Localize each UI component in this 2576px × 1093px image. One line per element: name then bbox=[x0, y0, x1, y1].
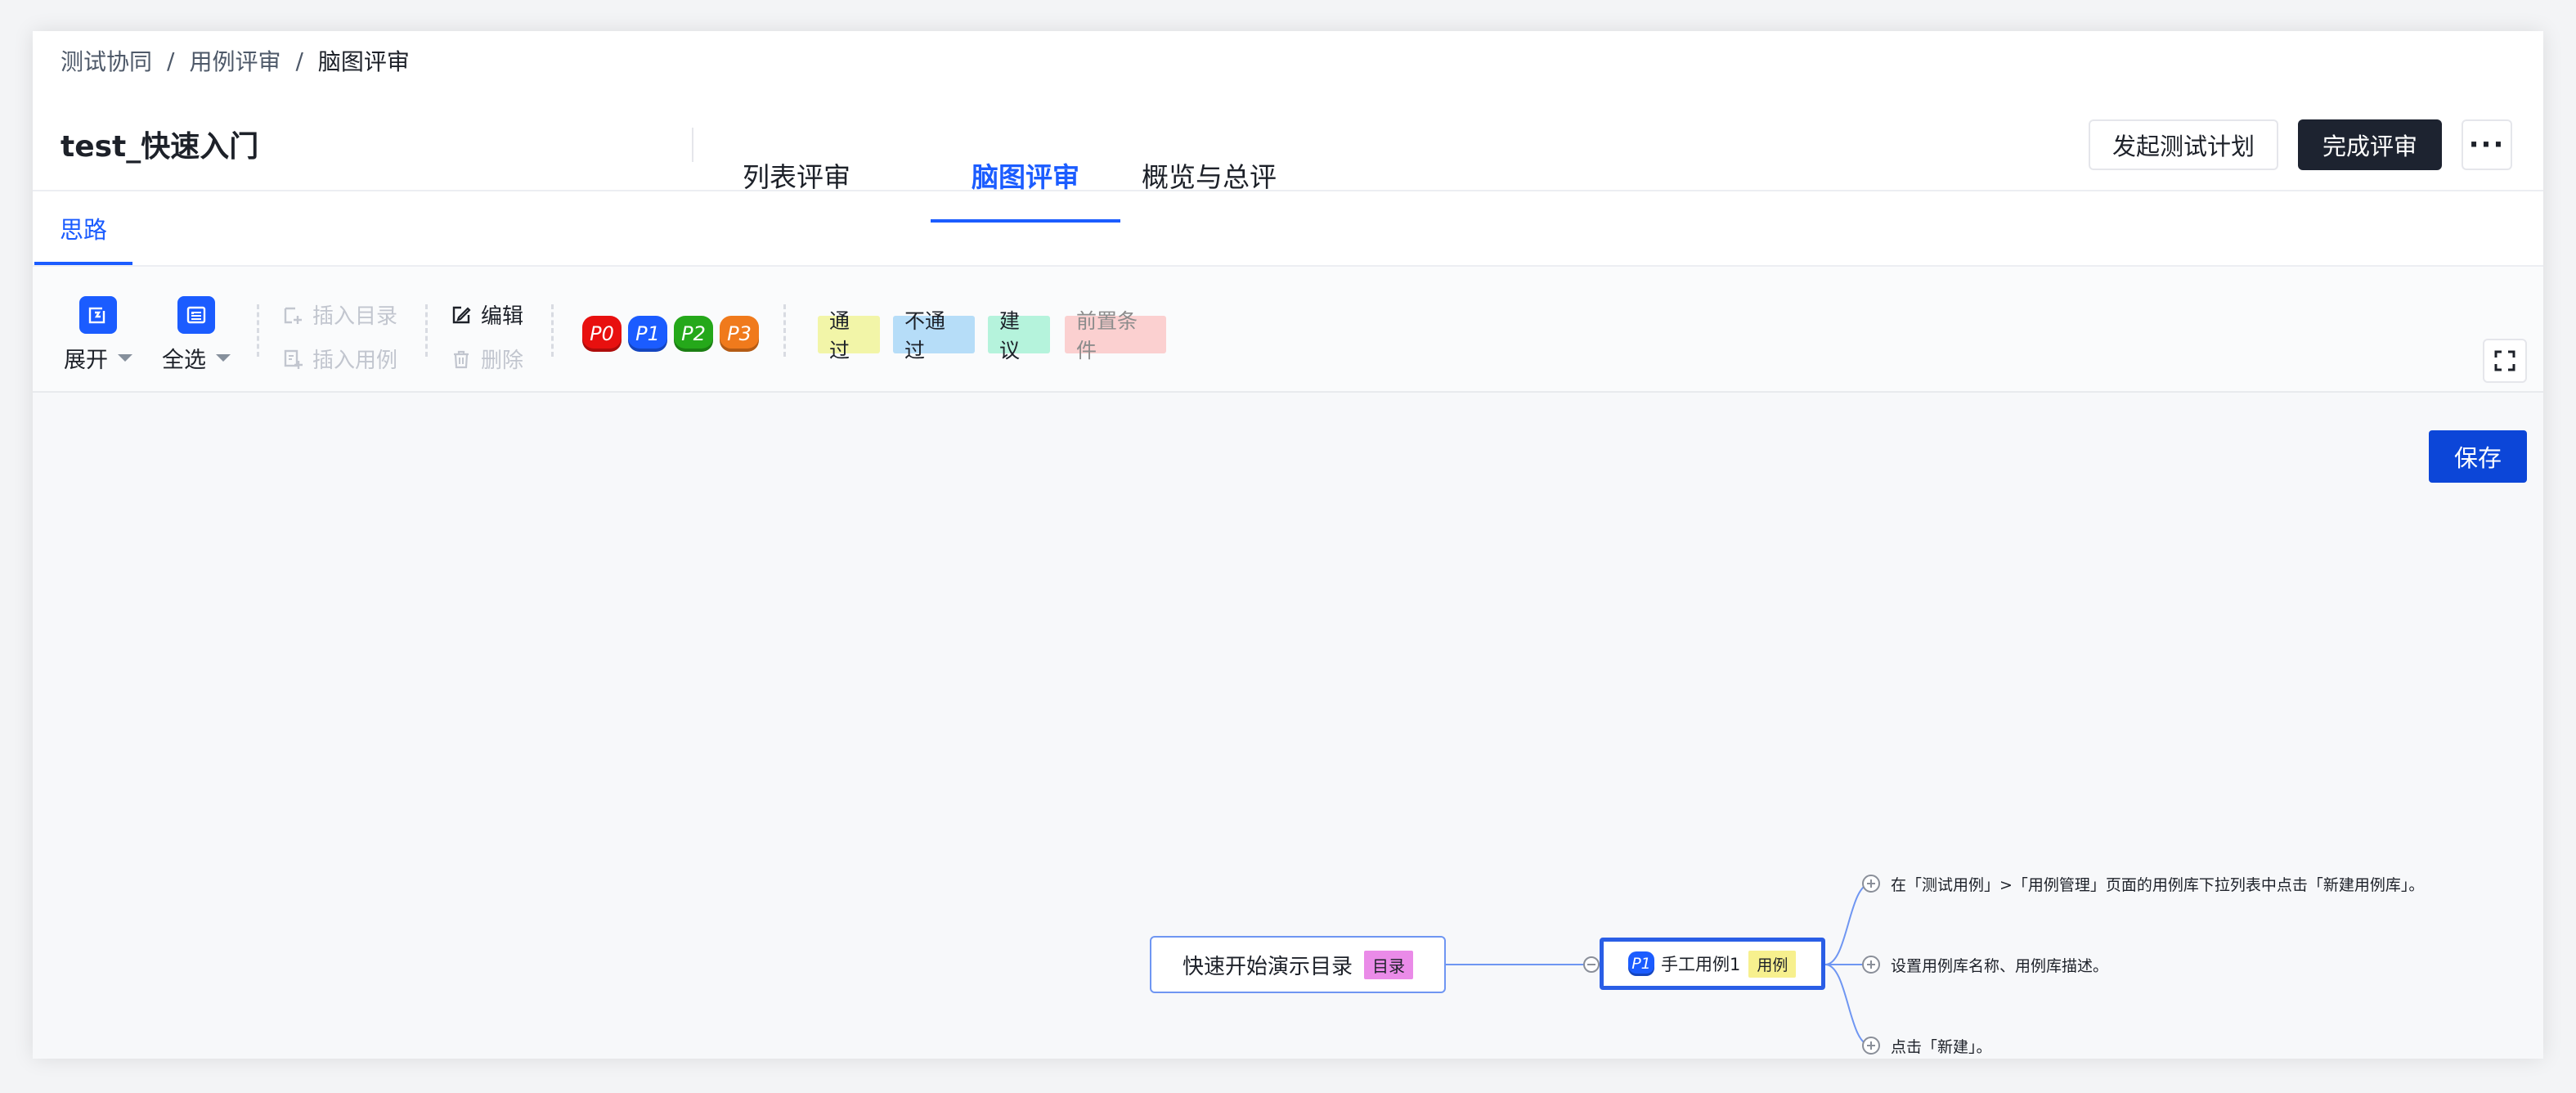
breadcrumb-separator: / bbox=[167, 47, 175, 74]
insert-case-button[interactable]: 插入用例 bbox=[281, 344, 397, 374]
directory-badge: 目录 bbox=[1364, 950, 1413, 979]
toolbar-separator bbox=[551, 304, 554, 357]
tab-overview[interactable]: 概览与总评 bbox=[1120, 106, 1333, 223]
fullscreen-icon bbox=[2494, 350, 2515, 371]
toolbar-separator bbox=[783, 304, 786, 357]
mindmap-root-node[interactable]: 快速开始演示目录 目录 bbox=[1150, 936, 1446, 993]
start-test-plan-button[interactable]: 发起测试计划 bbox=[2089, 119, 2278, 170]
trash-icon bbox=[450, 348, 473, 371]
priority-p3-button[interactable]: P3 bbox=[720, 316, 759, 352]
breadcrumb-item-case-review[interactable]: 用例评审 bbox=[189, 44, 280, 77]
more-button[interactable]: ··· bbox=[2462, 119, 2512, 170]
tag-fail-button[interactable]: 不通过 bbox=[893, 309, 975, 362]
mindmap-toolbar: 展开 全选 插入目录 插入用例 编辑 删除 P0 P1 P2 P3 通过 不通过… bbox=[33, 267, 2543, 391]
expand-label: 展开 bbox=[64, 348, 108, 373]
fullscreen-button[interactable] bbox=[2483, 339, 2527, 383]
tag-precondition-button[interactable]: 前置条件 bbox=[1065, 309, 1166, 362]
expand-node-icon[interactable] bbox=[1861, 1036, 1881, 1055]
tab-thinking[interactable]: 思路 bbox=[34, 191, 132, 265]
priority-p2-button[interactable]: P2 bbox=[674, 316, 713, 352]
tab-mindmap-review[interactable]: 脑图评审 bbox=[931, 106, 1120, 223]
header-divider bbox=[692, 128, 693, 162]
edit-button[interactable]: 编辑 bbox=[450, 299, 523, 330]
mindmap-canvas[interactable]: 保存 快速开始演示目录 目录 P1 手工用例1 用例 在「测试用例」>「用例管理… bbox=[33, 393, 2543, 1059]
select-all-label: 全选 bbox=[162, 348, 206, 373]
priority-p1-button[interactable]: P1 bbox=[628, 316, 667, 352]
case-node-label: 手工用例1 bbox=[1661, 955, 1741, 974]
edit-icon bbox=[450, 304, 473, 326]
step-node[interactable]: 在「测试用例」>「用例管理」页面的用例库下拉列表中点击「新建用例库」。 bbox=[1891, 873, 2424, 895]
breadcrumb-item-test-collab[interactable]: 测试协同 bbox=[61, 44, 152, 77]
toolbar-separator bbox=[257, 304, 259, 357]
step-node[interactable]: 点击「新建」。 bbox=[1891, 1035, 1992, 1057]
expand-tool[interactable]: 展开 bbox=[64, 296, 132, 374]
finish-review-button[interactable]: 完成评审 bbox=[2298, 119, 2442, 170]
step-node[interactable]: 设置用例库名称、用例库描述。 bbox=[1891, 954, 2108, 976]
breadcrumb-item-mindmap-review: 脑图评审 bbox=[317, 48, 410, 75]
chevron-down-icon bbox=[216, 354, 231, 362]
breadcrumb: 测试协同 / 用例评审 / 脑图评审 bbox=[61, 44, 410, 77]
chevron-down-icon bbox=[118, 354, 132, 362]
expand-node-icon[interactable] bbox=[1861, 955, 1881, 974]
insert-case-icon bbox=[281, 348, 304, 371]
insert-directory-icon bbox=[281, 304, 304, 326]
root-node-label: 快速开始演示目录 bbox=[1182, 954, 1353, 979]
header-divider-line bbox=[33, 190, 2543, 191]
expand-node-icon[interactable] bbox=[1861, 874, 1881, 893]
tag-pass-button[interactable]: 通过 bbox=[818, 309, 880, 362]
review-tabs: 列表评审 脑图评审 概览与总评 bbox=[743, 106, 1333, 223]
tag-suggestion-button[interactable]: 建议 bbox=[988, 309, 1050, 362]
breadcrumb-separator: / bbox=[295, 47, 303, 74]
select-all-tool[interactable]: 全选 bbox=[162, 296, 231, 374]
priority-badge: P1 bbox=[1628, 951, 1654, 976]
page-title: test_快速入门 bbox=[61, 130, 259, 164]
mindmap-case-node[interactable]: P1 手工用例1 用例 bbox=[1600, 938, 1825, 990]
case-badge: 用例 bbox=[1748, 950, 1797, 978]
toolbar-separator bbox=[425, 304, 428, 357]
insert-case-label: 插入用例 bbox=[312, 349, 398, 373]
tab-list-review[interactable]: 列表评审 bbox=[743, 106, 931, 223]
main-card: 测试协同 / 用例评审 / 脑图评审 test_快速入门 列表评审 脑图评审 概… bbox=[33, 31, 2543, 1059]
delete-button[interactable]: 删除 bbox=[450, 344, 523, 374]
select-all-icon bbox=[177, 296, 215, 334]
delete-label: 删除 bbox=[481, 349, 524, 373]
insert-directory-label: 插入目录 bbox=[312, 304, 398, 329]
expand-icon bbox=[79, 296, 117, 334]
priority-p0-button[interactable]: P0 bbox=[582, 316, 622, 352]
insert-directory-button[interactable]: 插入目录 bbox=[281, 299, 397, 330]
edit-label: 编辑 bbox=[481, 304, 524, 329]
